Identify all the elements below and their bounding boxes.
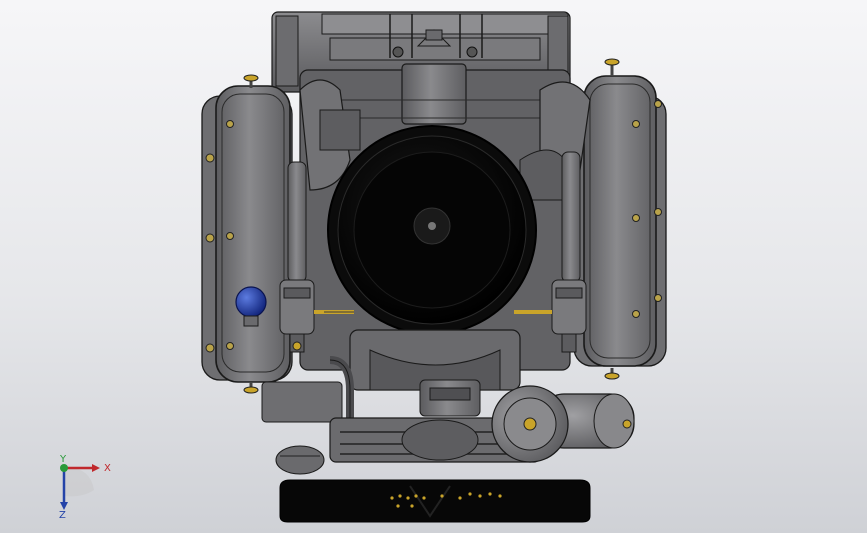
- starter-motor[interactable]: [491, 385, 569, 463]
- z-axis-label: Z: [59, 510, 66, 518]
- engine-model[interactable]: [0, 0, 867, 533]
- oil-pan[interactable]: [279, 479, 591, 523]
- x-axis-label: X: [104, 463, 111, 474]
- timing-cover[interactable]: [349, 329, 521, 417]
- y-axis-icon: [60, 464, 68, 472]
- cooling-fan[interactable]: [327, 125, 537, 335]
- left-valve-cover[interactable]: [201, 74, 293, 394]
- view-orientation-triad: X Y Z: [59, 454, 111, 518]
- y-axis-label: Y: [59, 454, 67, 465]
- graphics-viewport[interactable]: X Y Z: [0, 0, 867, 533]
